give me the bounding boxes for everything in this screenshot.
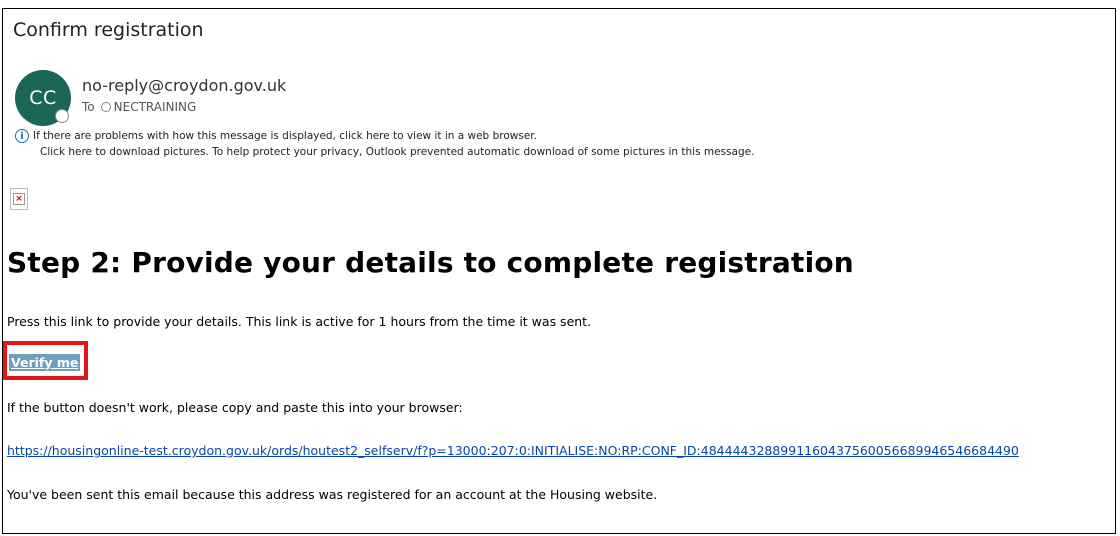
to-label: To	[82, 100, 95, 114]
verify-me-button[interactable]: Verify me	[9, 354, 81, 371]
recipient-name[interactable]: NECTRAINING	[114, 100, 197, 114]
verification-link[interactable]: https://housingonline-test.croydon.gov.u…	[7, 443, 1019, 458]
sender-address[interactable]: no-reply@croydon.gov.uk	[82, 76, 286, 95]
broken-image-icon: ×	[10, 188, 28, 210]
intro-text: Press this link to provide your details.…	[7, 314, 592, 329]
info-icon: i	[15, 129, 29, 143]
recipient-status-icon	[100, 102, 111, 112]
presence-status-icon	[55, 109, 69, 123]
download-pictures-notice[interactable]: Click here to download pictures. To help…	[40, 146, 754, 158]
footer-text: You've been sent this email because this…	[7, 487, 658, 502]
email-subject: Confirm registration	[13, 19, 204, 41]
recipient-line: To NECTRAINING	[82, 100, 196, 114]
view-in-browser-notice[interactable]: If there are problems with how this mess…	[33, 130, 537, 142]
fallback-text: If the button doesn't work, please copy …	[7, 400, 463, 415]
avatar-initials: CC	[29, 87, 57, 109]
page-heading: Step 2: Provide your details to complete…	[7, 246, 854, 279]
